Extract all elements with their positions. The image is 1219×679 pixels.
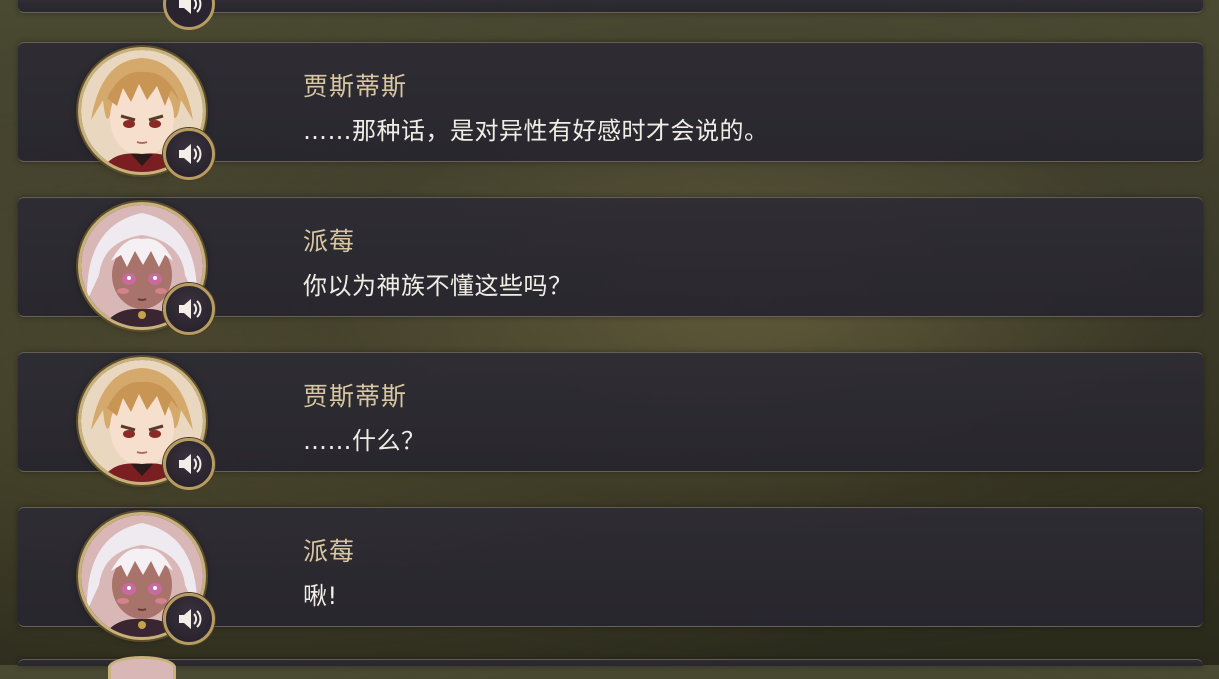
dialogue-entry: 贾斯蒂斯 ……那种话，是对异性有好感时才会说的。 <box>18 42 1203 180</box>
speaker-volume-icon <box>179 144 202 164</box>
speaker-volume-icon <box>179 0 202 14</box>
speaker-name: 贾斯蒂斯 <box>303 382 408 411</box>
dialogue-entry: 贾斯蒂斯 ……什么？ <box>18 352 1203 490</box>
speaker-volume-icon <box>179 299 202 319</box>
dialogue-entry: 派莓 你以为神族不懂这些吗？ <box>18 197 1203 335</box>
voice-play-button[interactable] <box>163 283 215 335</box>
speaker-name: 派莓 <box>303 227 356 256</box>
speaker-name: 派莓 <box>303 537 356 566</box>
voice-play-button[interactable] <box>163 438 215 490</box>
speaker-volume-icon <box>179 454 202 474</box>
dialogue-text: ……那种话，是对异性有好感时才会说的。 <box>303 117 769 145</box>
voice-play-button[interactable] <box>163 128 215 180</box>
speaker-name: 贾斯蒂斯 <box>303 72 408 101</box>
dialogue-log[interactable]: 贾斯蒂斯 ……那种话，是对异性有好感时才会说的。 派莓 你以为神族不懂这些吗？ … <box>0 0 1219 679</box>
dialogue-text: ……什么？ <box>303 427 426 455</box>
avatar-partial <box>108 656 176 679</box>
voice-button-partial[interactable] <box>163 0 215 30</box>
voice-play-button[interactable] <box>163 593 215 645</box>
speaker-volume-icon <box>179 609 202 629</box>
dialogue-text: 你以为神族不懂这些吗？ <box>303 272 573 300</box>
dialogue-text: 啾! <box>303 582 338 610</box>
dialogue-entry: 派莓 啾! <box>18 507 1203 645</box>
